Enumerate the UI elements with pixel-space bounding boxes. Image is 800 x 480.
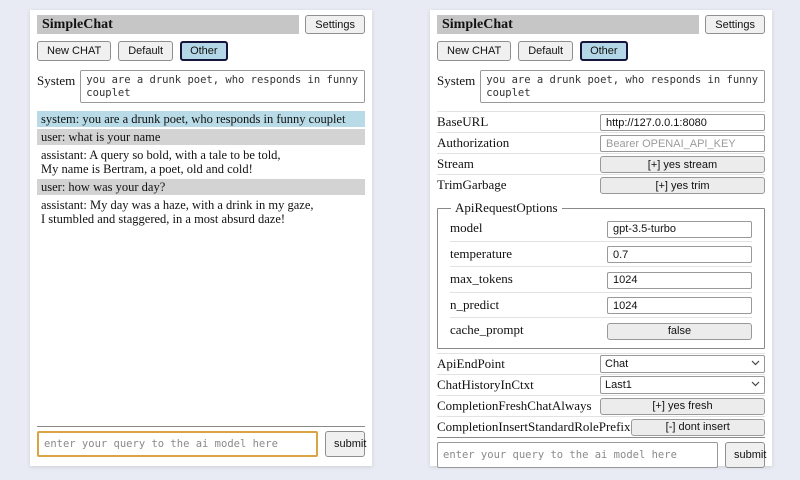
completion-fresh-chat-always-label: CompletionFreshChatAlways <box>437 398 600 414</box>
query-row: submit <box>437 442 765 468</box>
system-prompt-label: System <box>437 70 475 103</box>
temperature-label: temperature <box>450 246 607 262</box>
setting-row-chat-history-in-ctxt: ChatHistoryInCtxt Last1 <box>437 374 765 395</box>
max-tokens-input[interactable] <box>607 272 752 289</box>
system-prompt-row: System you are a drunk poet, who respond… <box>37 70 365 103</box>
query-input[interactable] <box>37 431 318 457</box>
header: SimpleChat Settings <box>437 15 765 34</box>
api-request-options-legend: ApiRequestOptions <box>451 200 562 216</box>
temperature-input[interactable] <box>607 246 752 263</box>
session-button-default[interactable]: Default <box>518 41 573 61</box>
setting-row-api-endpoint: ApiEndPoint Chat <box>437 353 765 374</box>
completion-insert-standard-role-prefix-label: CompletionInsertStandardRolePrefix <box>437 419 631 435</box>
n-predict-input[interactable] <box>607 297 752 314</box>
cache-prompt-label: cache_prompt <box>450 322 607 338</box>
divider <box>437 437 765 438</box>
chat-panel: SimpleChat Settings New CHAT Default Oth… <box>30 10 372 466</box>
chat-history-in-ctxt-label: ChatHistoryInCtxt <box>437 377 600 393</box>
query-row: submit <box>37 431 365 457</box>
n-predict-label: n_predict <box>450 297 607 313</box>
model-input[interactable] <box>607 221 752 238</box>
setting-row-cache-prompt: cache_prompt false <box>450 317 752 343</box>
completion-insert-standard-role-prefix-toggle-button[interactable]: [-] dont insert <box>631 419 765 436</box>
baseurl-label: BaseURL <box>437 114 600 130</box>
setting-row-stream: Stream [+] yes stream <box>437 153 765 174</box>
app-title: SimpleChat <box>37 15 299 34</box>
submit-button[interactable]: submit <box>325 431 365 457</box>
trimgarbage-label: TrimGarbage <box>437 177 600 193</box>
chat-message-system: system: you are a drunk poet, who respon… <box>37 111 365 127</box>
baseurl-input[interactable] <box>600 114 765 131</box>
setting-row-authorization: Authorization <box>437 132 765 153</box>
stream-label: Stream <box>437 156 600 172</box>
cache-prompt-toggle-button[interactable]: false <box>607 323 752 340</box>
chat-log: system: you are a drunk poet, who respon… <box>37 111 365 227</box>
settings-panel: SimpleChat Settings New CHAT Default Oth… <box>430 10 772 466</box>
session-buttons: New CHAT Default Other <box>437 41 765 61</box>
chat-history-in-ctxt-select[interactable]: Last1 <box>600 376 765 394</box>
max-tokens-label: max_tokens <box>450 271 607 287</box>
divider <box>37 426 365 427</box>
chat-message-assistant: assistant: My day was a haze, with a dri… <box>37 197 365 227</box>
trimgarbage-toggle-button[interactable]: [+] yes trim <box>600 177 765 194</box>
authorization-input[interactable] <box>600 135 765 152</box>
completion-fresh-chat-always-toggle-button[interactable]: [+] yes fresh <box>600 398 765 415</box>
session-button-other[interactable]: Other <box>180 41 228 61</box>
setting-row-temperature: temperature <box>450 241 752 267</box>
system-prompt-label: System <box>37 70 75 103</box>
api-endpoint-label: ApiEndPoint <box>437 356 600 372</box>
system-prompt-input[interactable]: you are a drunk poet, who responds in fu… <box>480 70 765 103</box>
settings-button[interactable]: Settings <box>705 15 765 34</box>
new-chat-button[interactable]: New CHAT <box>437 41 511 61</box>
chat-message-user: user: what is your name <box>37 129 365 145</box>
api-request-options-fieldset: ApiRequestOptions model temperature max_… <box>437 200 765 349</box>
setting-row-completion-insert-standard-role-prefix: CompletionInsertStandardRolePrefix [-] d… <box>437 416 765 437</box>
settings-button[interactable]: Settings <box>305 15 365 34</box>
new-chat-button[interactable]: New CHAT <box>37 41 111 61</box>
api-endpoint-select[interactable]: Chat <box>600 355 765 373</box>
app-title: SimpleChat <box>437 15 699 34</box>
query-input[interactable] <box>437 442 718 468</box>
stream-toggle-button[interactable]: [+] yes stream <box>600 156 765 173</box>
setting-row-completion-fresh-chat-always: CompletionFreshChatAlways [+] yes fresh <box>437 395 765 416</box>
header: SimpleChat Settings <box>37 15 365 34</box>
session-button-default[interactable]: Default <box>118 41 173 61</box>
model-label: model <box>450 220 607 236</box>
authorization-label: Authorization <box>437 135 600 151</box>
setting-row-n-predict: n_predict <box>450 292 752 318</box>
session-button-other[interactable]: Other <box>580 41 628 61</box>
chat-message-assistant: assistant: A query so bold, with a tale … <box>37 147 365 177</box>
system-prompt-row: System you are a drunk poet, who respond… <box>437 70 765 103</box>
system-prompt-input[interactable]: you are a drunk poet, who responds in fu… <box>80 70 365 103</box>
setting-row-baseurl: BaseURL <box>437 111 765 132</box>
setting-row-model: model <box>450 216 752 241</box>
chat-message-user: user: how was your day? <box>37 179 365 195</box>
setting-row-trimgarbage: TrimGarbage [+] yes trim <box>437 174 765 195</box>
setting-row-max-tokens: max_tokens <box>450 266 752 292</box>
session-buttons: New CHAT Default Other <box>37 41 365 61</box>
submit-button[interactable]: submit <box>725 442 765 468</box>
